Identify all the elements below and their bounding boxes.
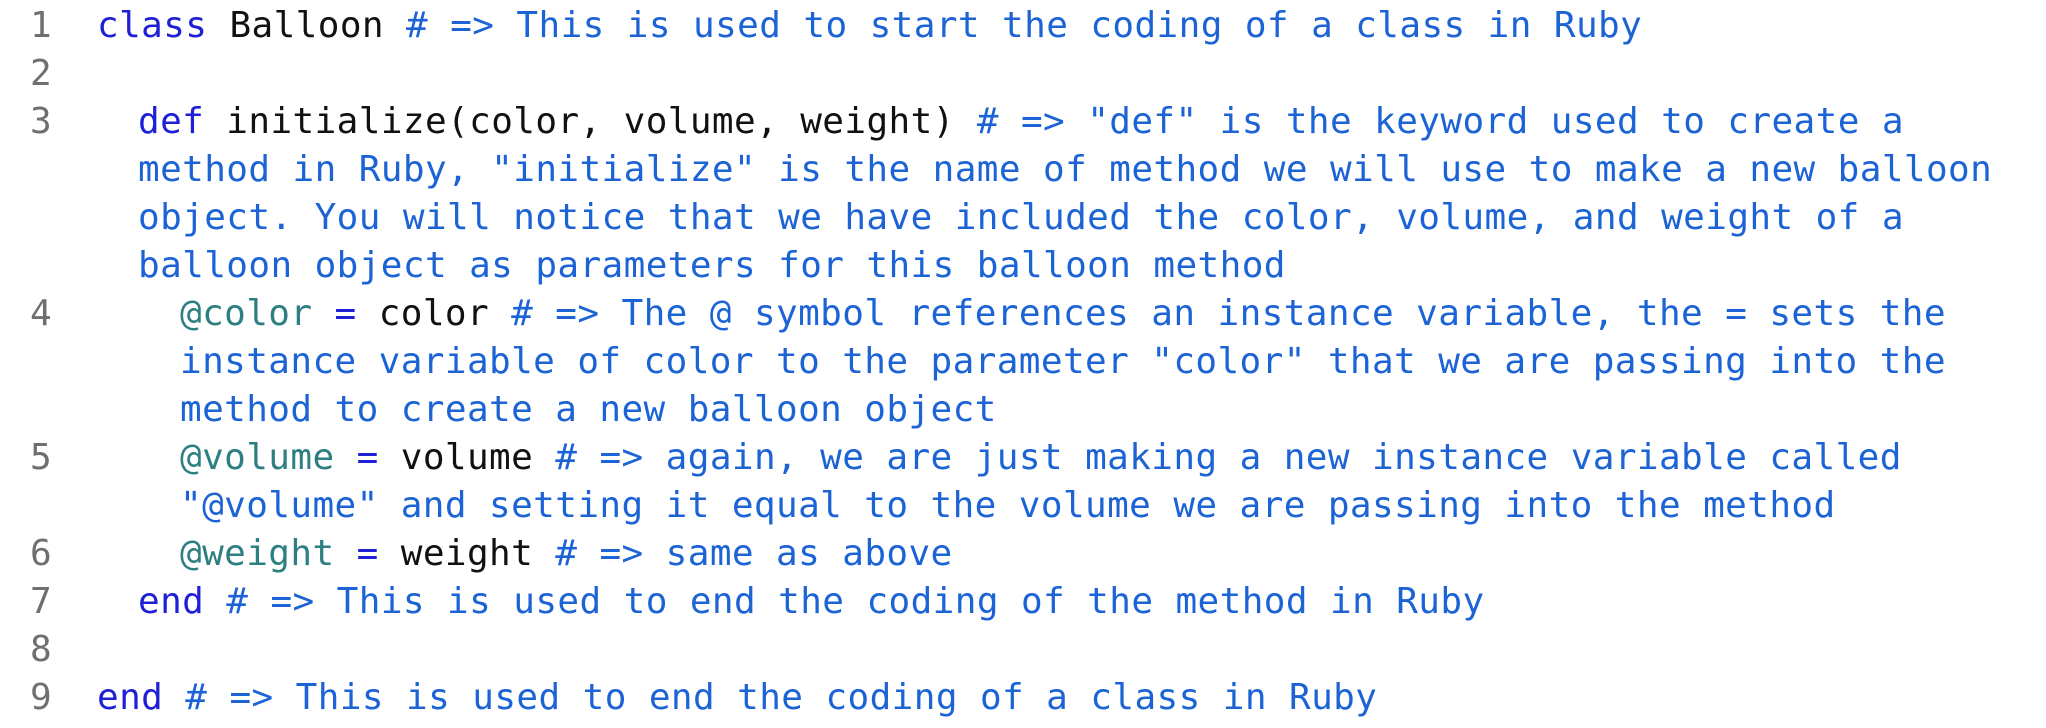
line-number: 7 <box>30 581 53 622</box>
line-number: 3 <box>30 101 53 142</box>
instance-variable-token: @volume <box>180 437 335 478</box>
comment-token: # => same as above <box>555 533 953 574</box>
line-number: 5 <box>30 437 53 478</box>
line-number: 8 <box>30 629 53 670</box>
identifier-token: volume <box>400 437 556 478</box>
operator-token: = <box>334 533 401 574</box>
operator-token: = <box>334 437 401 478</box>
identifier-token: weight <box>400 533 556 574</box>
line-number: 9 <box>30 677 53 718</box>
line-number: 4 <box>30 293 53 334</box>
code-text: @weight = weight # => same as above <box>180 530 2030 578</box>
code-text: end # => This is used to end the coding … <box>97 674 2037 722</box>
operator-token: = <box>312 293 379 334</box>
identifier-token: Balloon <box>207 5 407 46</box>
code-editor[interactable]: 1 class Balloon # => This is used to sta… <box>0 0 2046 728</box>
line-number: 2 <box>30 53 53 94</box>
line-number: 1 <box>30 5 53 46</box>
comment-token: # => This is used to end the coding of t… <box>204 581 1485 622</box>
keyword-token: end <box>97 677 164 718</box>
comment-token: # => This is used to end the coding of a… <box>163 677 1378 718</box>
keyword-token: end <box>138 581 205 622</box>
code-text: class Balloon # => This is used to start… <box>97 2 2037 50</box>
keyword-token: class <box>97 5 208 46</box>
keyword-token: def <box>138 101 205 142</box>
code-text: @color = color # => The @ symbol referen… <box>180 290 2030 434</box>
identifier-token: color <box>378 293 512 334</box>
code-text: end # => This is used to end the coding … <box>138 578 2038 626</box>
code-text: def initialize(color, volume, weight) # … <box>138 98 2046 290</box>
instance-variable-token: @weight <box>180 533 335 574</box>
identifier-token: initialize(color, volume, weight) <box>204 101 977 142</box>
comment-token: # => This is used to start the coding of… <box>406 5 1643 46</box>
instance-variable-token: @color <box>180 293 313 334</box>
code-text: @volume = volume # => again, we are just… <box>180 434 2030 530</box>
line-number: 6 <box>30 533 53 574</box>
